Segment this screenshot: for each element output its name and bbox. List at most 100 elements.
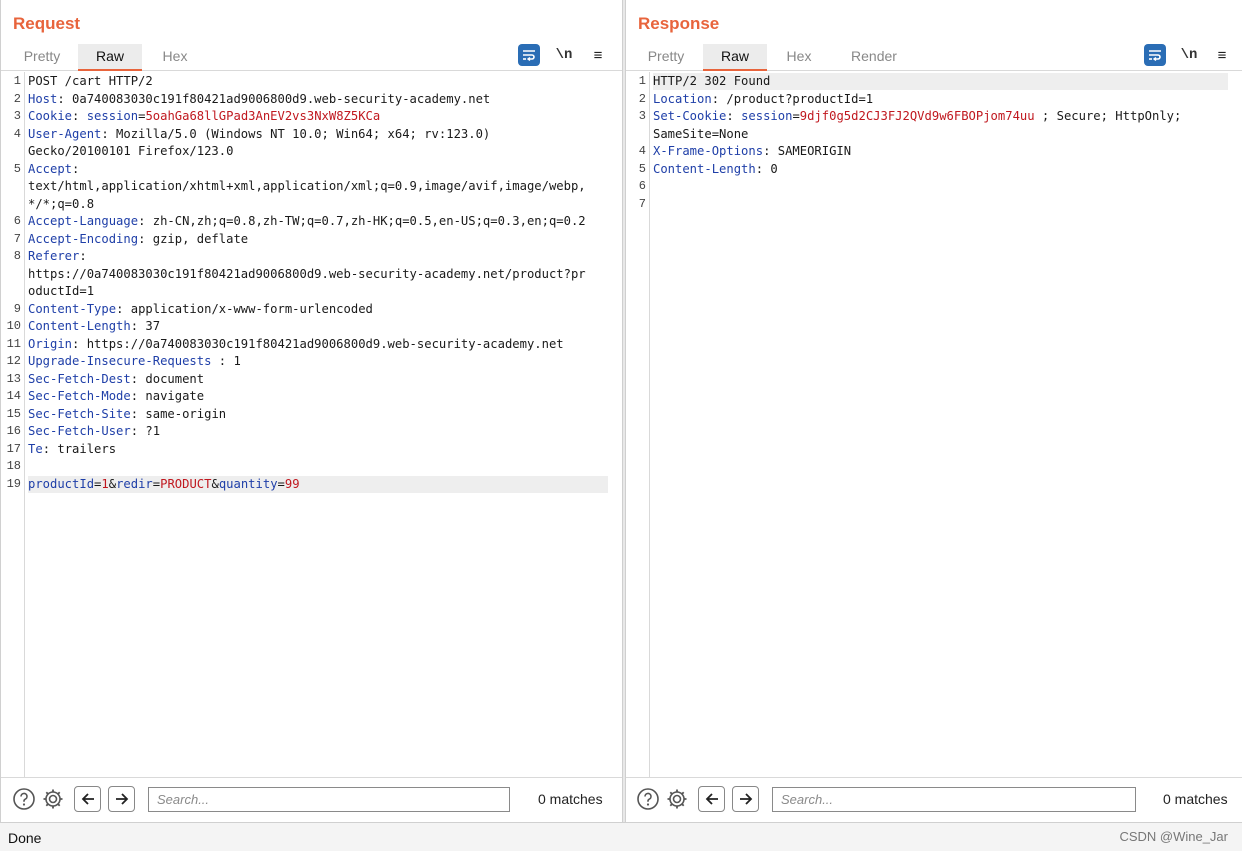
- code-text: : navigate: [130, 389, 205, 403]
- newline-toggle-icon[interactable]: \n: [1178, 44, 1200, 66]
- line-number: 5: [638, 161, 646, 176]
- code-line[interactable]: User-Agent: Mozilla/5.0 (Windows NT 10.0…: [28, 126, 608, 143]
- line-number: 10: [6, 319, 21, 333]
- response-pane: Response Pretty Raw Hex Render \n ≡ 1 2 3 4…: [626, 0, 1242, 822]
- code-line[interactable]: */*;q=0.8: [28, 196, 608, 213]
- menu-icon[interactable]: ≡: [1211, 44, 1233, 66]
- settings-icon[interactable]: [664, 786, 690, 812]
- settings-icon[interactable]: [40, 786, 66, 812]
- code-line[interactable]: Host: 0a740083030c191f80421ad9006800d9.w…: [28, 91, 608, 108]
- response-toolbar: \n ≡: [1144, 44, 1240, 66]
- tab-hex[interactable]: Hex: [147, 44, 203, 71]
- code-line[interactable]: Set-Cookie: session=9djf0g5d2CJ3FJ2QVd9w…: [653, 108, 1228, 125]
- code-text: : 0a740083030c191f80421ad9006800d9.web-s…: [57, 91, 491, 106]
- code-text: :: [72, 109, 87, 123]
- code-line[interactable]: Upgrade-Insecure-Requests : 1: [28, 353, 608, 370]
- code-text: oductId=1: [28, 284, 95, 298]
- line-number: 5: [13, 161, 21, 176]
- code-line[interactable]: Sec-Fetch-Dest: document: [28, 371, 608, 388]
- code-text: : SAMEORIGIN: [763, 144, 852, 158]
- header-name: Cookie: [28, 109, 73, 123]
- response-search-input[interactable]: [772, 787, 1136, 812]
- tab-raw[interactable]: Raw: [703, 44, 767, 71]
- code-line[interactable]: text/html,application/xhtml+xml,applicat…: [28, 178, 608, 195]
- code-line[interactable]: HTTP/2 302 Found: [653, 73, 1228, 90]
- request-match-count: 0 matches: [538, 791, 603, 807]
- response-match-count: 0 matches: [1163, 791, 1228, 807]
- response-code[interactable]: HTTP/2 302 Found Location: /product?produ…: [653, 72, 1228, 777]
- line-number-gutter: 1 2 3 4 5 6 7 8 9 10 11 12 13 14 15 16 17 18 19: [1, 72, 25, 777]
- code-line[interactable]: Sec-Fetch-Mode: navigate: [28, 388, 608, 405]
- code-line[interactable]: X-Frame-Options: SAMEORIGIN: [653, 143, 1228, 160]
- code-line[interactable]: oductId=1: [28, 283, 608, 300]
- line-number: [1, 266, 21, 283]
- code-line[interactable]: https://0a740083030c191f80421ad9006800d9…: [28, 266, 608, 283]
- code-line[interactable]: Location: /product?productId=1: [653, 91, 1228, 108]
- response-title: Response: [638, 14, 720, 33]
- code-line[interactable]: Accept-Language: zh-CN,zh;q=0.8,zh-TW;q=…: [28, 213, 608, 230]
- code-line[interactable]: Sec-Fetch-User: ?1: [28, 423, 608, 440]
- code-line[interactable]: Content-Length: 0: [653, 161, 1228, 178]
- status-text: Done: [8, 830, 42, 846]
- code-text: ; Secure; HttpOnly;: [1034, 109, 1182, 123]
- tab-pretty[interactable]: Pretty: [635, 44, 697, 71]
- code-line[interactable]: Content-Length: 37: [28, 318, 608, 335]
- tab-hex[interactable]: Hex: [771, 44, 827, 71]
- code-text: : https://0a740083030c191f80421ad9006800…: [72, 336, 564, 351]
- menu-icon[interactable]: ≡: [587, 44, 609, 66]
- code-line[interactable]: Te: trailers: [28, 441, 608, 458]
- code-text: : gzip, deflate: [138, 231, 249, 246]
- line-number: 17: [6, 441, 21, 456]
- code-text: : 0: [755, 161, 778, 176]
- header-name: Set-Cookie: [653, 109, 727, 123]
- header-name: Accept-Language: [28, 214, 139, 228]
- tab-raw[interactable]: Raw: [78, 44, 142, 71]
- code-line[interactable]: Accept-Encoding: gzip, deflate: [28, 231, 608, 248]
- response-editor[interactable]: 1 2 3 4 5 6 7 HTTP/2 302 Found Location: /produ…: [626, 72, 1242, 778]
- code-line[interactable]: Accept:: [28, 161, 608, 178]
- watermark: CSDN @Wine_Jar: [1119, 829, 1228, 844]
- code-line[interactable]: Gecko/20100101 Firefox/123.0: [28, 143, 608, 160]
- code-text: =: [152, 476, 161, 491]
- header-name: X-Frame-Options: [653, 144, 764, 158]
- header-name: Accept: [28, 161, 73, 176]
- code-line[interactable]: Sec-Fetch-Site: same-origin: [28, 406, 608, 423]
- arrow-left-icon[interactable]: [698, 786, 725, 812]
- code-text: */*;q=0.8: [28, 196, 95, 211]
- code-line[interactable]: productId=1&redir=PRODUCT&quantity=99: [28, 475, 608, 493]
- code-line[interactable]: Origin: https://0a740083030c191f80421ad9…: [28, 336, 608, 353]
- code-text: =: [792, 109, 800, 123]
- tab-render[interactable]: Render: [838, 44, 910, 71]
- arrow-right-icon[interactable]: [108, 786, 135, 812]
- wrap-lines-icon[interactable]: [518, 44, 540, 66]
- help-icon[interactable]: [635, 786, 661, 812]
- request-code[interactable]: POST /cart HTTP/2 Host: 0a740083030c191f8…: [28, 72, 608, 777]
- line-number: 9: [13, 301, 21, 316]
- header-name: User-Agent: [28, 126, 102, 141]
- line-number: 1: [13, 74, 21, 88]
- request-editor[interactable]: 1 2 3 4 5 6 7 8 9 10 11 12 13 14 15 16 17 18 19 POST /cart…: [1, 72, 622, 778]
- code-text: &: [211, 476, 219, 491]
- line-number: 7: [13, 231, 21, 246]
- line-number-gutter: 1 2 3 4 5 6 7: [626, 72, 650, 777]
- header-name: Te: [28, 441, 43, 456]
- tab-pretty[interactable]: Pretty: [11, 44, 73, 71]
- param-value: 99: [284, 476, 300, 491]
- code-line[interactable]: Content-Type: application/x-www-form-url…: [28, 301, 608, 318]
- header-name: Content-Type: [28, 301, 117, 316]
- help-icon[interactable]: [11, 786, 37, 812]
- code-line[interactable]: Referer:: [28, 248, 608, 265]
- code-text: text/html,application/xhtml+xml,applicat…: [28, 179, 586, 193]
- code-line[interactable]: SameSite=None: [653, 126, 1228, 143]
- code-text: =: [277, 476, 285, 491]
- request-search-input[interactable]: [148, 787, 510, 812]
- line-number: [1, 196, 21, 213]
- newline-toggle-icon[interactable]: \n: [553, 44, 575, 66]
- arrow-left-icon[interactable]: [74, 786, 101, 812]
- code-line[interactable]: POST /cart HTTP/2: [28, 73, 608, 90]
- header-name: session: [86, 109, 139, 123]
- wrap-lines-icon[interactable]: [1144, 44, 1166, 66]
- header-name: Origin: [28, 336, 73, 351]
- arrow-right-icon[interactable]: [732, 786, 759, 812]
- code-line[interactable]: Cookie: session=5oahGa68llGPad3AnEV2vs3N…: [28, 108, 608, 125]
